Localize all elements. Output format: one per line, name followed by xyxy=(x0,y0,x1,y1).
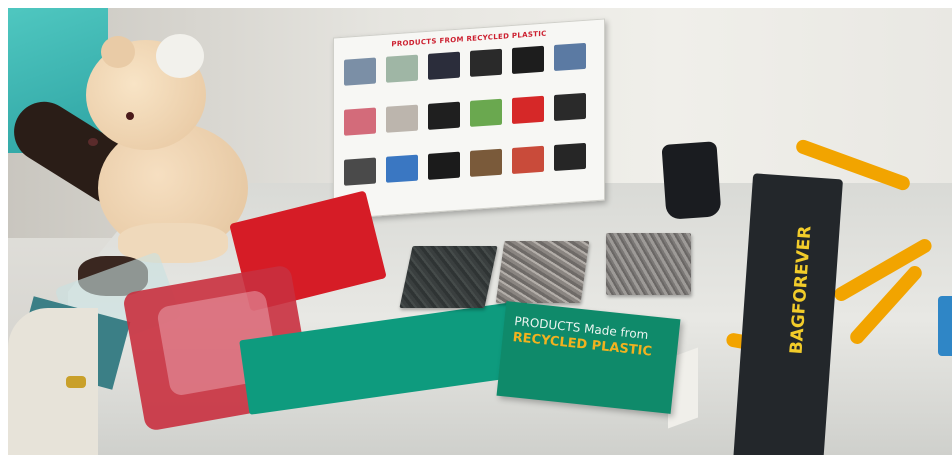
poster-thumbnail xyxy=(344,57,376,86)
tent-card: PRODUCTS Made from RECYCLED PLASTIC xyxy=(496,301,681,414)
photo-scene: PRODUCTS FROM RECYCLED PLASTIC PRODUCTS … xyxy=(8,8,952,455)
poster-thumbnail xyxy=(554,42,586,72)
poster-thumbnail xyxy=(386,154,418,183)
black-cup xyxy=(661,141,722,220)
poster-thumbnail xyxy=(470,98,502,127)
teddy-bear-nose xyxy=(88,138,98,146)
poster-thumbnail xyxy=(470,48,502,77)
recycled-products-poster: PRODUCTS FROM RECYCLED PLASTIC xyxy=(333,18,605,220)
poster-thumbnail xyxy=(386,54,418,83)
poster-thumbnail xyxy=(554,92,586,122)
teddy-bear-ear xyxy=(101,36,135,68)
bracelet xyxy=(66,376,86,388)
recycled-tile-speckled xyxy=(495,241,590,303)
poster-thumbnail xyxy=(470,148,502,177)
teddy-bear-leg xyxy=(118,223,228,263)
poster-thumbnail xyxy=(428,151,460,180)
poster-thumbnail xyxy=(512,45,544,74)
recycled-tile-dark xyxy=(399,246,498,308)
teddy-bear-eye xyxy=(126,112,134,120)
teddy-bear-ear xyxy=(156,34,204,78)
poster-thumbnail xyxy=(512,145,544,174)
poster-thumbnail xyxy=(428,51,460,80)
poster-thumbnail xyxy=(344,107,376,136)
blue-object-edge xyxy=(938,296,952,356)
poster-thumbnail xyxy=(386,104,418,133)
poster-thumbnail xyxy=(512,95,544,124)
recycled-tile-grey xyxy=(606,233,691,295)
poster-thumbnail xyxy=(428,101,460,130)
poster-thumbnail xyxy=(554,142,586,172)
poster-thumbnail xyxy=(344,157,376,186)
bag-logo: BAGFOREVER xyxy=(786,225,816,355)
